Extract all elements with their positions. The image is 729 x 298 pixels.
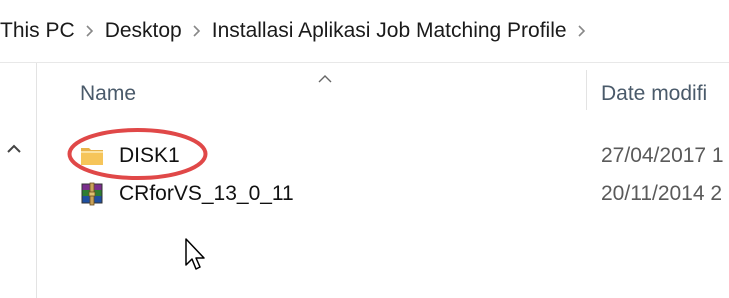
mouse-pointer-icon: [185, 238, 205, 270]
column-header-name[interactable]: Name: [80, 82, 136, 106]
highlight-circle-annotation: [67, 128, 208, 180]
file-date-modified: 20/11/2014 2: [601, 182, 723, 205]
chevron-right-icon[interactable]: [186, 25, 208, 37]
chevron-right-icon[interactable]: [79, 25, 101, 37]
file-name: CRforVS_13_0_11: [119, 182, 294, 205]
chevron-right-icon[interactable]: [571, 25, 593, 37]
scroll-up-arrow-icon[interactable]: [6, 141, 22, 159]
breadcrumb-desktop[interactable]: Desktop: [101, 19, 186, 43]
sort-ascending-icon: [318, 70, 332, 88]
address-bar-breadcrumb: This PC Desktop Installasi Aplikasi Job …: [0, 0, 729, 62]
address-bar-divider: [0, 62, 729, 63]
breadcrumb-installasi-folder[interactable]: Installasi Aplikasi Job Matching Profile: [208, 19, 571, 43]
winrar-archive-icon: [81, 182, 103, 206]
breadcrumb-this-pc[interactable]: This PC: [0, 19, 79, 43]
column-divider[interactable]: [586, 70, 587, 110]
column-header-date-modified[interactable]: Date modifi: [601, 82, 707, 106]
navigation-pane-scrollbar[interactable]: [0, 63, 37, 298]
file-date-modified: 27/04/2017 1: [601, 144, 724, 167]
